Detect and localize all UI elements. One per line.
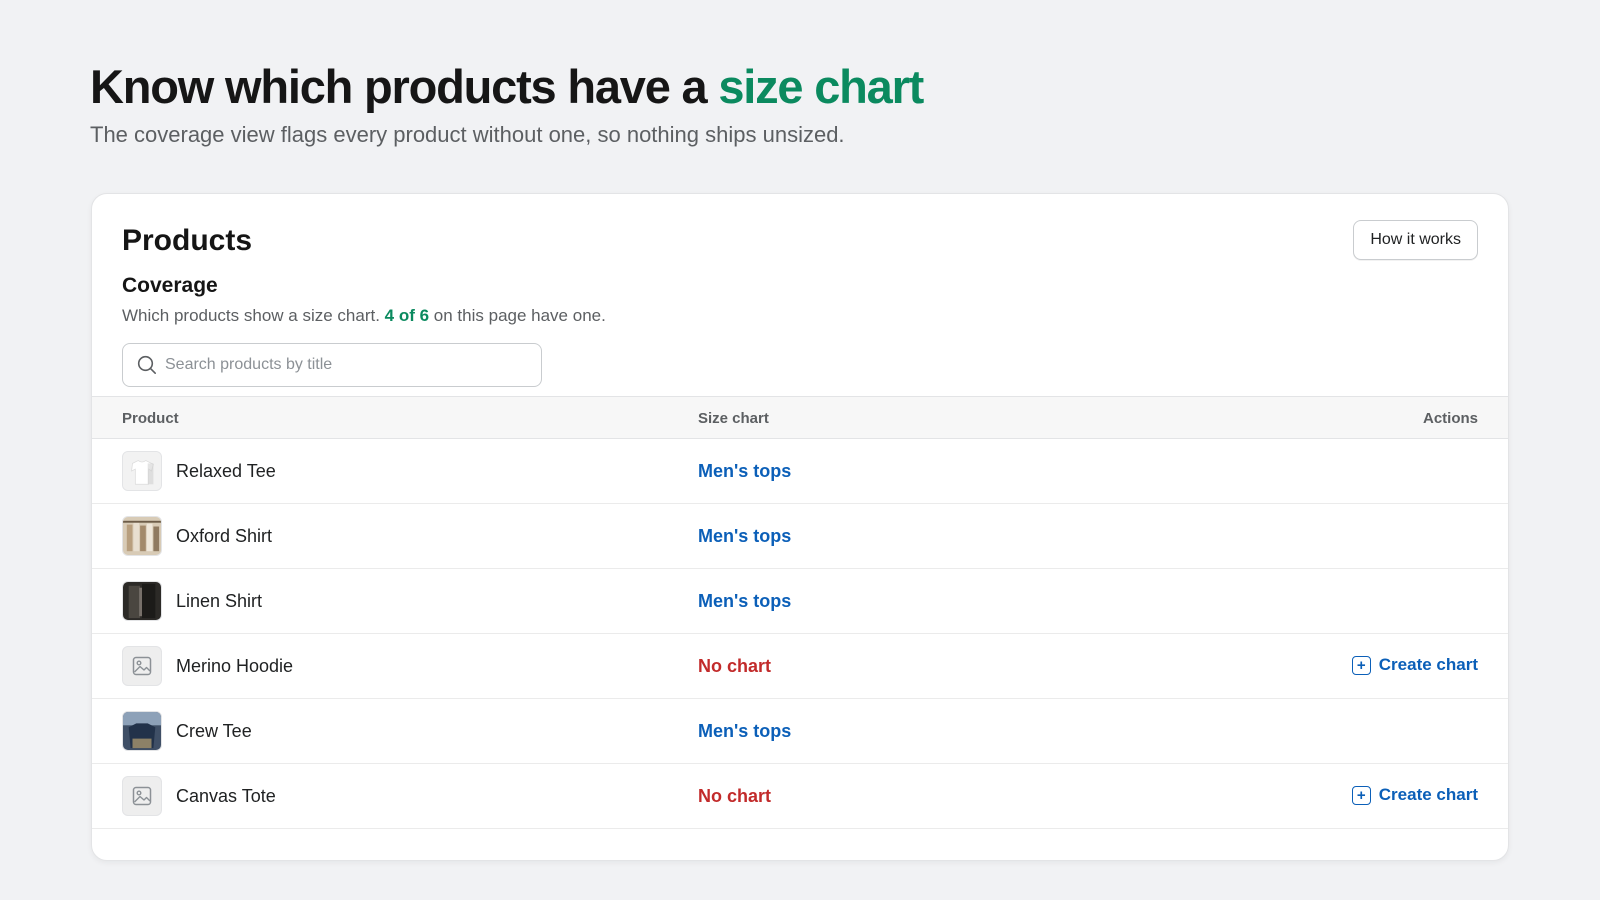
product-table-body: Relaxed Tee Men's tops Oxford Shirt Men's t… [92, 439, 1508, 829]
header-product: Product [122, 410, 179, 427]
create-chart-label: Create chart [1378, 655, 1478, 674]
search-input[interactable] [165, 344, 541, 386]
product-thumbnail [122, 516, 162, 556]
no-chart-status: No chart [698, 656, 772, 676]
hero-title-accent: size chart [718, 60, 924, 113]
how-it-works-button[interactable]: How it works [1353, 220, 1478, 260]
product-name[interactable]: Oxford Shirt [176, 526, 272, 547]
image-placeholder-icon [122, 646, 162, 686]
product-thumbnail [122, 711, 162, 751]
header-size-chart: Size chart [698, 410, 769, 427]
table-row[interactable]: Oxford Shirt Men's tops [92, 504, 1508, 569]
product-name[interactable]: Crew Tee [176, 721, 252, 742]
product-name[interactable]: Relaxed Tee [176, 461, 276, 482]
product-name[interactable]: Merino Hoodie [176, 656, 293, 677]
product-name[interactable]: Canvas Tote [176, 786, 276, 807]
coverage-count: 4 of 6 [384, 306, 430, 325]
size-chart-link[interactable]: Men's tops [698, 461, 791, 482]
table-row[interactable]: Linen Shirt Men's tops [92, 569, 1508, 634]
header-actions: Actions [1422, 410, 1478, 427]
table-row[interactable]: Relaxed Tee Men's tops [92, 439, 1508, 504]
table-header: Product Size chart Actions [92, 396, 1508, 439]
hero: Know which products have a size chart Th… [90, 58, 924, 148]
hero-subtitle: The coverage view flags every product wi… [90, 122, 845, 147]
product-thumbnail [122, 581, 162, 621]
hero-title-main: Know which products have a [90, 60, 719, 113]
table-row[interactable]: Merino Hoodie No chart + Create chart [92, 634, 1508, 699]
table-row[interactable]: Canvas Tote No chart + Create chart [92, 764, 1508, 829]
table-row[interactable]: Crew Tee Men's tops [92, 699, 1508, 764]
create-chart-label: Create chart [1378, 785, 1478, 804]
coverage-desc-after: on this page have one. [429, 306, 606, 325]
hero-title: Know which products have a size chart [90, 58, 924, 116]
size-chart-link[interactable]: Men's tops [698, 721, 791, 742]
create-chart-button[interactable]: + Create chart [1351, 785, 1478, 805]
coverage-desc-before: Which products show a size chart. [122, 306, 385, 325]
coverage-description: Which products show a size chart. 4 of 6… [122, 306, 606, 326]
products-card: Products How it works Coverage Which pro… [91, 193, 1509, 861]
size-chart-link[interactable]: Men's tops [698, 526, 791, 547]
plus-icon: + [1351, 785, 1371, 805]
image-placeholder-icon [122, 776, 162, 816]
search-icon [137, 355, 157, 375]
card-title: Products [122, 224, 253, 257]
size-chart-link[interactable]: Men's tops [698, 591, 791, 612]
create-chart-button[interactable]: + Create chart [1351, 655, 1478, 675]
coverage-title: Coverage [122, 274, 218, 297]
no-chart-status: No chart [698, 786, 772, 806]
plus-icon: + [1351, 655, 1371, 675]
search-box[interactable] [122, 343, 542, 387]
product-thumbnail [122, 451, 162, 491]
product-name[interactable]: Linen Shirt [176, 591, 262, 612]
